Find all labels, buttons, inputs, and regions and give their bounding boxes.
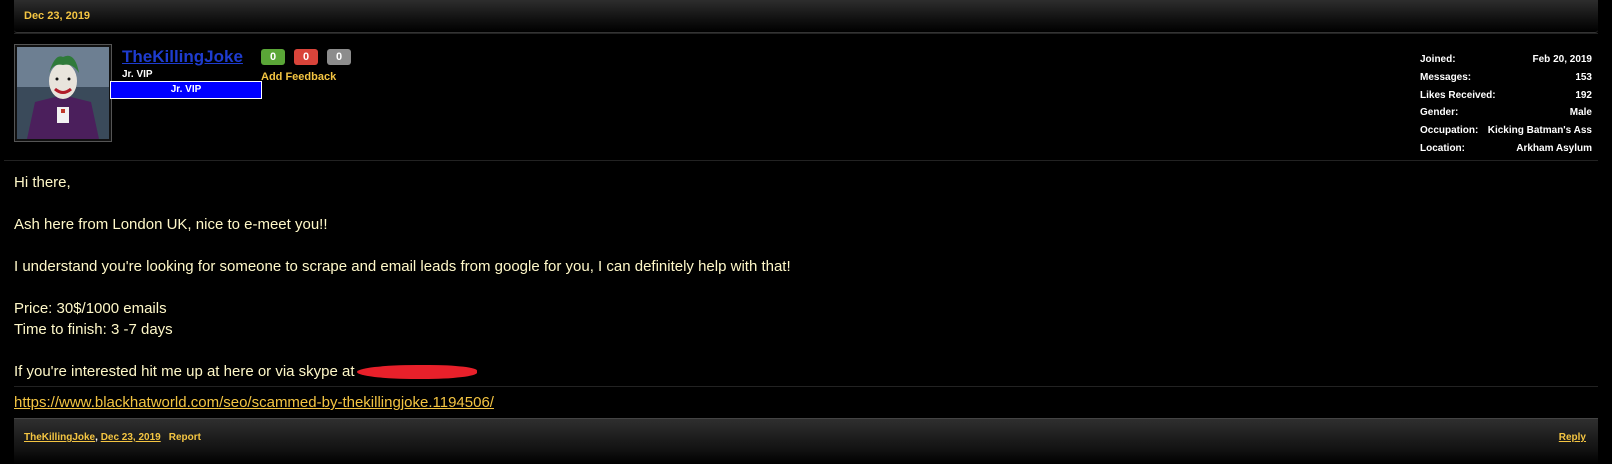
stat-label: Messages: [1420, 71, 1472, 83]
footer-date-link[interactable]: Dec 23, 2019 [101, 432, 161, 443]
stat-value: Kicking Batman's Ass [1487, 125, 1592, 137]
message-greeting: Hi there, [14, 174, 71, 191]
message-contact-line: If you're interested hit me up at here o… [14, 361, 1584, 382]
username-link[interactable]: TheKillingJoke [122, 47, 243, 67]
message-contact: If you're interested hit me up at here o… [14, 363, 355, 380]
user-stats: Joined: Feb 20, 2019 Messages: 153 Likes… [1420, 51, 1592, 158]
message-pitch: I understand you're looking for someone … [14, 258, 791, 275]
stat-value: Arkham Asylum [1516, 142, 1592, 154]
user-title: Jr. VIP [122, 69, 153, 80]
stat-label: Joined: [1420, 54, 1456, 65]
stat-joined: Joined: Feb 20, 2019 [1420, 51, 1592, 69]
stat-label: Gender: [1420, 107, 1459, 119]
post-header-bar: Dec 23, 2019 [14, 0, 1598, 33]
header-divider [14, 33, 1598, 34]
rank-banner: Jr. VIP [110, 81, 262, 99]
stat-location: Location: Arkham Asylum [1420, 140, 1592, 158]
message-divider [4, 160, 1598, 161]
neutral-feedback-badge[interactable]: 0 [327, 49, 351, 65]
reply-link[interactable]: Reply [1559, 432, 1586, 443]
redaction-mark [356, 365, 477, 380]
stat-occupation: Occupation: Kicking Batman's Ass [1420, 122, 1592, 140]
stat-label: Likes Received: [1420, 89, 1496, 101]
stat-gender: Gender: Male [1420, 104, 1592, 122]
stat-label: Location: [1420, 142, 1465, 154]
avatar[interactable] [14, 44, 112, 142]
message-time: Time to finish: 3 -7 days [14, 321, 173, 338]
message-price: Price: 30$/1000 emails [14, 300, 167, 317]
avatar-image [17, 47, 109, 139]
report-link[interactable]: Report [169, 432, 201, 443]
post-footer-meta: TheKillingJoke, Dec 23, 2019 Report [24, 432, 201, 443]
footer-author-link[interactable]: TheKillingJoke [24, 432, 95, 443]
message-body: Hi there, Ash here from London UK, nice … [14, 172, 1584, 382]
message-intro: Ash here from London UK, nice to e-meet … [14, 216, 328, 233]
post-date: Dec 23, 2019 [24, 10, 91, 22]
stat-value: 192 [1575, 89, 1592, 101]
negative-feedback-badge[interactable]: 0 [294, 49, 318, 65]
add-feedback-link[interactable]: Add Feedback [261, 71, 336, 83]
signature-link[interactable]: https://www.blackhatworld.com/seo/scamme… [14, 394, 494, 411]
stat-messages: Messages: 153 [1420, 69, 1592, 87]
post-footer-bar: TheKillingJoke, Dec 23, 2019 Report Reply [14, 418, 1598, 464]
stat-value: Feb 20, 2019 [1532, 54, 1592, 65]
signature-divider [14, 386, 1598, 387]
stat-label: Occupation: [1420, 125, 1479, 137]
stat-value: 153 [1575, 71, 1592, 83]
positive-feedback-badge[interactable]: 0 [261, 49, 285, 65]
stat-value: Male [1569, 107, 1592, 119]
stat-likes: Likes Received: 192 [1420, 87, 1592, 105]
